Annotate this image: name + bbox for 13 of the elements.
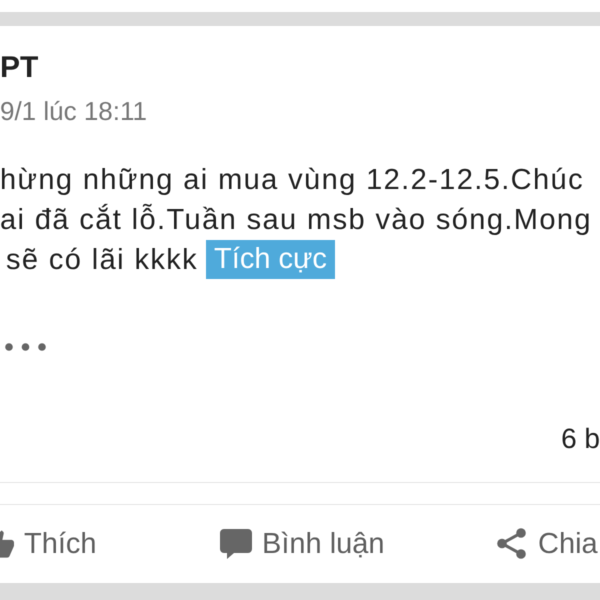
like-button[interactable]: Thích [0,526,97,562]
post-timestamp: 9/1 lúc 18:11 [0,94,147,127]
post-text: sẽ có lãi kkkk [6,242,198,278]
more-options-icon[interactable] [5,342,46,351]
post-text: ai đã cắt lỗ.Tuần sau msb vào sóng.Mong [0,202,592,238]
share-button[interactable]: Chia [497,526,598,562]
comment-count[interactable]: 6 b [561,422,600,456]
comment-button[interactable]: Bình luận [220,526,385,562]
comment-bubble-icon [220,528,252,559]
thumbs-up-icon [0,528,14,559]
post-text: hừng những ai mua vùng 12.2-12.5.Chúc [0,162,584,198]
share-icon [497,528,526,560]
author-name[interactable]: PT [0,50,38,86]
